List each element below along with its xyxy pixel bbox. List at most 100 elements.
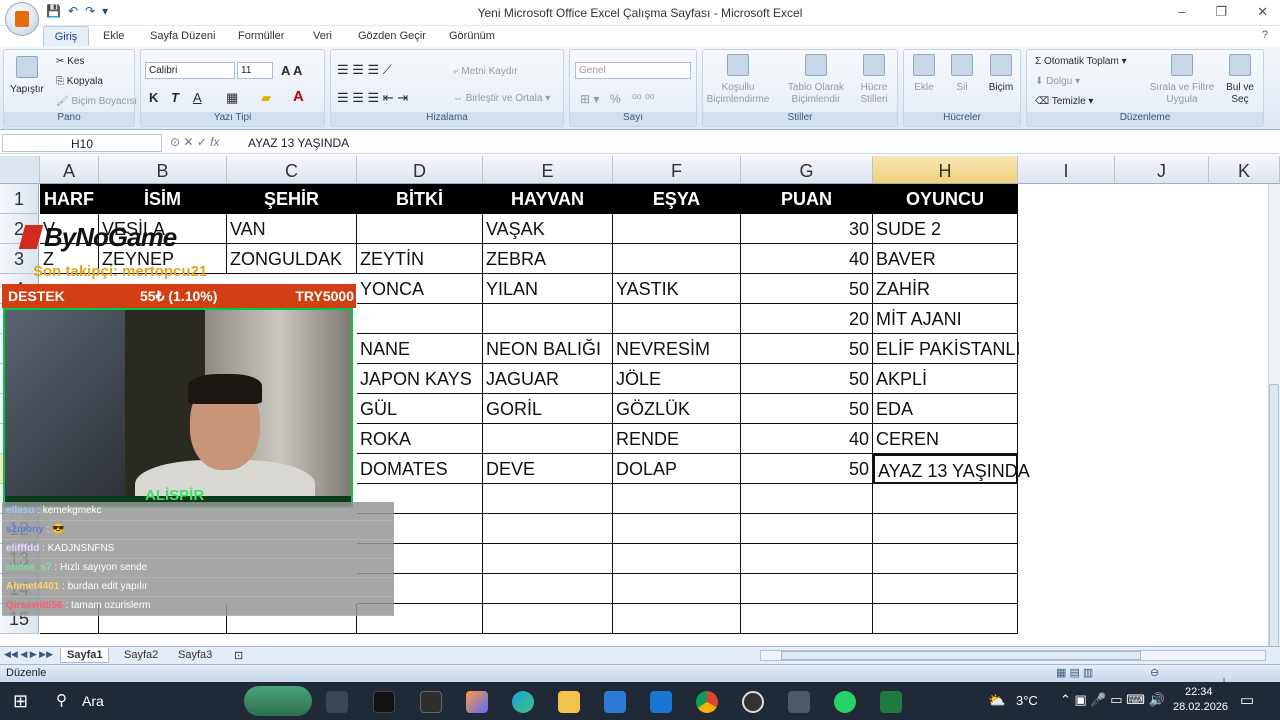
delete-cells-button[interactable]: Sil: [944, 54, 980, 94]
excel-icon[interactable]: [880, 691, 902, 713]
cell-c3[interactable]: ZONGULDAK: [227, 244, 357, 274]
view-buttons[interactable]: ▦ ▤ ▥: [1056, 666, 1093, 679]
column-header-c[interactable]: C: [227, 156, 357, 184]
bold-button[interactable]: K: [149, 90, 158, 105]
cell-g4[interactable]: 50: [741, 274, 873, 304]
calculator-icon[interactable]: [788, 691, 810, 713]
cell-g5[interactable]: 20: [741, 304, 873, 334]
task-view-icon[interactable]: [326, 691, 348, 713]
sheet-nav-icon[interactable]: ◀◀ ◀ ▶ ▶▶: [4, 649, 53, 660]
outlook-icon[interactable]: [650, 691, 672, 713]
insert-cells-button[interactable]: Ekle: [906, 54, 942, 94]
epic-games-icon[interactable]: [420, 691, 442, 713]
copilot-icon[interactable]: [466, 691, 488, 713]
cell-d7[interactable]: JAPON KAYS: [357, 364, 483, 394]
cell-h6[interactable]: ELİF PAKİSTANLI: [873, 334, 1020, 364]
clock-date[interactable]: 28.02.2026: [1173, 701, 1228, 713]
cell-g9[interactable]: 40: [741, 424, 873, 454]
widget-icon[interactable]: [244, 686, 312, 716]
header-cell-harf[interactable]: HARF: [40, 184, 99, 214]
obs-icon[interactable]: [742, 691, 764, 713]
format-painter-button[interactable]: 🖌 Biçim Boyacısı: [56, 96, 137, 107]
cell-e3[interactable]: ZEBRA: [483, 244, 613, 274]
column-header-k[interactable]: K: [1209, 156, 1280, 184]
cell-c2[interactable]: VAN: [227, 214, 357, 244]
new-sheet-icon[interactable]: ⊡: [228, 648, 249, 663]
currency-icon[interactable]: ⊞ ▾: [580, 92, 599, 106]
tab-formuller[interactable]: Formüller: [238, 30, 284, 42]
cell-e8[interactable]: GORİL: [483, 394, 613, 424]
find-select-button[interactable]: Bul ve Seç: [1217, 54, 1263, 106]
decimal-icon[interactable]: ⁰⁰ ⁰⁰: [632, 92, 655, 106]
column-header-b[interactable]: B: [99, 156, 227, 184]
name-box[interactable]: H10: [2, 134, 162, 152]
format-as-table-button[interactable]: Tablo Olarak Biçimlendir: [775, 54, 857, 106]
sheet-tab-sayfa2[interactable]: Sayfa2: [118, 648, 164, 662]
cell-d5[interactable]: [357, 304, 483, 334]
header-cell-puan[interactable]: PUAN: [741, 184, 873, 214]
column-header-g[interactable]: G: [741, 156, 873, 184]
tab-gorunum[interactable]: Görünüm: [449, 30, 495, 42]
office-button[interactable]: [5, 2, 39, 36]
cell-f4[interactable]: YASTIK: [613, 274, 741, 304]
formula-buttons[interactable]: ⊙ ✕ ✓ fx: [170, 135, 220, 149]
cell-d2[interactable]: [357, 214, 483, 244]
cell-e6[interactable]: NEON BALIĞI: [483, 334, 613, 364]
cell-f3[interactable]: [613, 244, 741, 274]
cell-g8[interactable]: 50: [741, 394, 873, 424]
cell-d10[interactable]: DOMATES: [357, 454, 483, 484]
header-cell-esya[interactable]: EŞYA: [613, 184, 741, 214]
cell-styles-button[interactable]: Hücre Stilleri: [851, 54, 897, 106]
column-header-a[interactable]: A: [40, 156, 99, 184]
tab-giris[interactable]: Giriş: [43, 26, 89, 47]
cell-f6[interactable]: NEVRESİM: [613, 334, 741, 364]
weather-temp[interactable]: 3°C: [1016, 693, 1038, 708]
merge-center-button[interactable]: ⇔ Birleştir ve Ortala ▾: [453, 93, 550, 104]
copy-button[interactable]: ⎘ Kopyala: [56, 76, 103, 87]
vertical-scrollbar[interactable]: [1268, 184, 1280, 702]
column-header-h[interactable]: H: [873, 156, 1018, 184]
edge-icon[interactable]: [512, 691, 534, 713]
column-header-j[interactable]: J: [1115, 156, 1209, 184]
store-icon[interactable]: [604, 691, 626, 713]
column-header-i[interactable]: I: [1018, 156, 1115, 184]
cell-f8[interactable]: GÖZLÜK: [613, 394, 741, 424]
close-button[interactable]: ✕: [1257, 4, 1268, 20]
align-left-icon[interactable]: ☰ ☰ ☰ ⇤ ⇥: [337, 90, 408, 106]
minimize-button[interactable]: –: [1178, 4, 1185, 20]
search-icon[interactable]: ⚲: [56, 691, 67, 709]
sheet-tab-sayfa1[interactable]: Sayfa1: [60, 648, 110, 663]
grow-font-button[interactable]: A A: [281, 63, 302, 78]
row-header[interactable]: 1: [0, 184, 39, 214]
tab-sayfa-duzeni[interactable]: Sayfa Düzeni: [150, 30, 215, 42]
cell-e10[interactable]: DEVE: [483, 454, 613, 484]
cell-h9[interactable]: CEREN: [873, 424, 1018, 454]
cell-g3[interactable]: 40: [741, 244, 873, 274]
notification-icon[interactable]: ▭: [1240, 691, 1254, 709]
cell-e9[interactable]: [483, 424, 613, 454]
cell-d4[interactable]: YONCA: [357, 274, 483, 304]
help-icon[interactable]: ?: [1262, 29, 1268, 41]
underline-button[interactable]: A: [193, 90, 202, 105]
cell-g6[interactable]: 50: [741, 334, 873, 364]
cell-d9[interactable]: ROKA: [357, 424, 483, 454]
cell-g10[interactable]: 50: [741, 454, 873, 484]
fill-color-icon[interactable]: ▰: [261, 90, 271, 106]
restore-button[interactable]: ❐: [1215, 4, 1227, 20]
conditional-format-button[interactable]: Koşullu Biçimlendirme: [705, 54, 771, 106]
format-cells-button[interactable]: Biçim: [982, 54, 1020, 94]
header-cell-isim[interactable]: İSİM: [99, 184, 227, 214]
align-top-icon[interactable]: ☰ ☰ ☰ ⟋: [337, 62, 392, 78]
cell-f5[interactable]: [613, 304, 741, 334]
cell-d3[interactable]: ZEYTİN: [357, 244, 483, 274]
windows-start-icon[interactable]: ⊞: [13, 691, 28, 712]
cell-h7[interactable]: AKPLİ: [873, 364, 1018, 394]
column-header-f[interactable]: F: [613, 156, 741, 184]
column-header-d[interactable]: D: [357, 156, 483, 184]
formula-input[interactable]: AYAZ 13 YAŞINDA: [248, 136, 349, 150]
cell-e5[interactable]: [483, 304, 613, 334]
borders-icon[interactable]: ▦: [226, 90, 238, 106]
cell-e7[interactable]: JAGUAR: [483, 364, 613, 394]
tab-veri[interactable]: Veri: [313, 30, 332, 42]
cell-h5[interactable]: MİT AJANI: [873, 304, 1018, 334]
